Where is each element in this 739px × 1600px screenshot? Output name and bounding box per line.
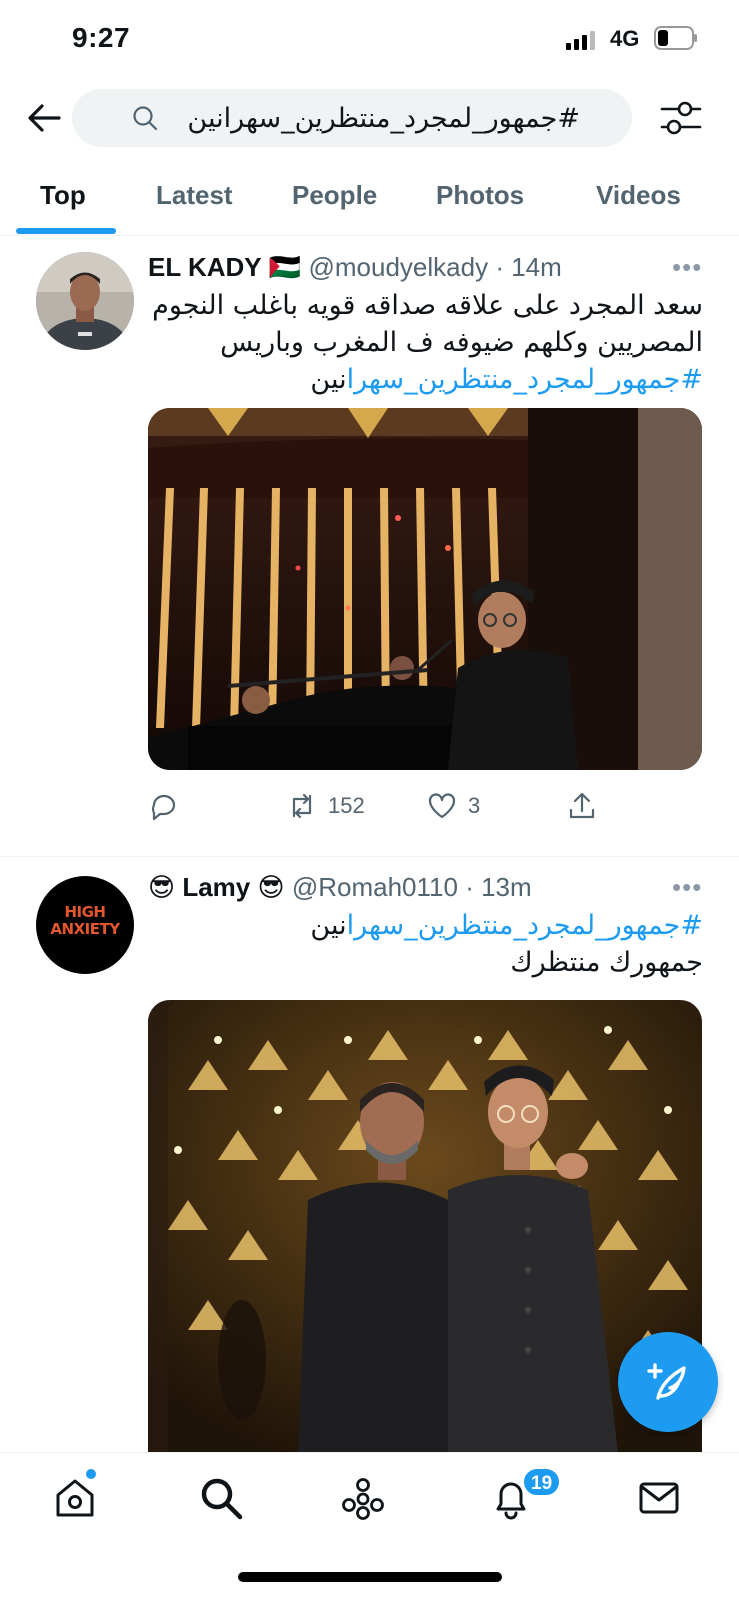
search-icon xyxy=(133,106,158,131)
tweet-header: 😎 Lamy 😎 @Romah0110 · 13m xyxy=(148,872,532,903)
sunglasses-emoji-icon: 😎 xyxy=(148,872,176,902)
tab-latest[interactable]: Latest xyxy=(156,180,233,211)
hashtag-link[interactable]: #جمهور_لمجرد_منتظرين_سهرا xyxy=(347,910,703,941)
tweet-divider xyxy=(0,856,739,857)
battery-icon xyxy=(654,26,697,50)
signal-icon xyxy=(566,31,595,50)
more-options-icon[interactable]: ••• xyxy=(672,872,702,903)
avatar[interactable]: HIGH ANXIETY xyxy=(36,876,134,974)
notifications-badge: 19 xyxy=(522,1467,562,1497)
heart-icon xyxy=(428,793,456,819)
display-name[interactable]: EL KADY xyxy=(148,252,262,282)
search-tabs: Top Latest People Photos Videos xyxy=(0,166,739,236)
hashtag-link[interactable]: #جمهور_لمجرد_منتظرين_سهرا xyxy=(347,364,703,395)
active-tab-indicator xyxy=(16,228,116,234)
tab-photos[interactable]: Photos xyxy=(436,180,524,211)
avatar-text: ANXIETY xyxy=(50,920,120,938)
avatar-photo xyxy=(36,252,134,350)
tab-videos[interactable]: Videos xyxy=(596,180,681,211)
tab-people[interactable]: People xyxy=(292,180,377,211)
tweet-time: · 14m xyxy=(495,252,562,282)
tweet[interactable]: EL KADY 🇵🇸 @moudyelkady · 14m ••• سعد ال… xyxy=(0,236,739,836)
filter-settings-icon[interactable] xyxy=(660,98,702,138)
share-button[interactable] xyxy=(566,786,598,826)
hashtag-tail: نين xyxy=(310,364,347,395)
search-nav-icon[interactable] xyxy=(198,1475,244,1521)
tweet-header: EL KADY 🇵🇸 @moudyelkady · 14m xyxy=(148,252,562,283)
status-bar: 9:27 4G xyxy=(0,0,739,80)
search-header: #جمهور_لمجرد_منتظرين_سهرانين xyxy=(0,86,739,150)
display-name[interactable]: Lamy xyxy=(182,872,250,902)
tweet-image[interactable] xyxy=(148,408,702,770)
concert-photo xyxy=(148,408,702,770)
back-arrow-icon[interactable] xyxy=(26,100,62,136)
status-time: 9:27 xyxy=(72,22,131,53)
tweet-text-line: سعد المجرد على علاقه صداقه قويه باغلب ال… xyxy=(152,290,703,321)
reply-icon xyxy=(151,794,176,821)
like-button[interactable]: 3 xyxy=(426,786,480,826)
network-label: 4G xyxy=(610,26,640,51)
tweet-text-line: المصريين وكلهم ضيوفه ف المغرب وباريس xyxy=(220,327,703,358)
avatar-text: HIGH xyxy=(64,903,106,921)
hashtag-tail: نين xyxy=(310,910,347,941)
messages-envelope-icon[interactable] xyxy=(636,1475,682,1521)
home-icon[interactable] xyxy=(52,1475,98,1521)
search-input[interactable]: #جمهور_لمجرد_منتظرين_سهرانين xyxy=(72,89,632,147)
new-content-dot xyxy=(86,1469,96,1479)
sunglasses-emoji-icon: 😎 xyxy=(257,872,285,902)
compose-tweet-button[interactable] xyxy=(618,1332,718,1432)
tweet-actions: 152 3 xyxy=(148,786,702,826)
user-handle[interactable]: @moudyelkady xyxy=(309,252,489,282)
like-count: 3 xyxy=(468,793,481,818)
search-query: #جمهور_لمجرد_منتظرين_سهرانين xyxy=(187,103,580,134)
tab-top[interactable]: Top xyxy=(40,180,86,211)
reply-button[interactable] xyxy=(148,786,180,826)
home-indicator[interactable] xyxy=(238,1572,502,1582)
tweet-hashtag-line: #جمهور_لمجرد_منتظرين_سهرانين xyxy=(310,910,703,941)
retweet-button[interactable]: 152 xyxy=(286,786,365,826)
more-options-icon[interactable]: ••• xyxy=(672,252,702,283)
retweet-icon xyxy=(292,793,312,819)
avatar[interactable] xyxy=(36,252,134,350)
communities-icon[interactable] xyxy=(340,1475,386,1521)
palestine-flag-icon: 🇵🇸 xyxy=(268,252,302,282)
share-icon xyxy=(569,792,595,819)
tweet-hashtag-line: #جمهور_لمجرد_منتظرين_سهرانين xyxy=(310,364,703,395)
retweet-count: 152 xyxy=(328,793,365,818)
user-handle[interactable]: @Romah0110 xyxy=(292,872,458,902)
compose-feather-icon xyxy=(647,1363,686,1400)
tweet-time: · 13m xyxy=(465,872,532,902)
tweet-text-line: جمهورك منتظرك xyxy=(510,947,703,978)
